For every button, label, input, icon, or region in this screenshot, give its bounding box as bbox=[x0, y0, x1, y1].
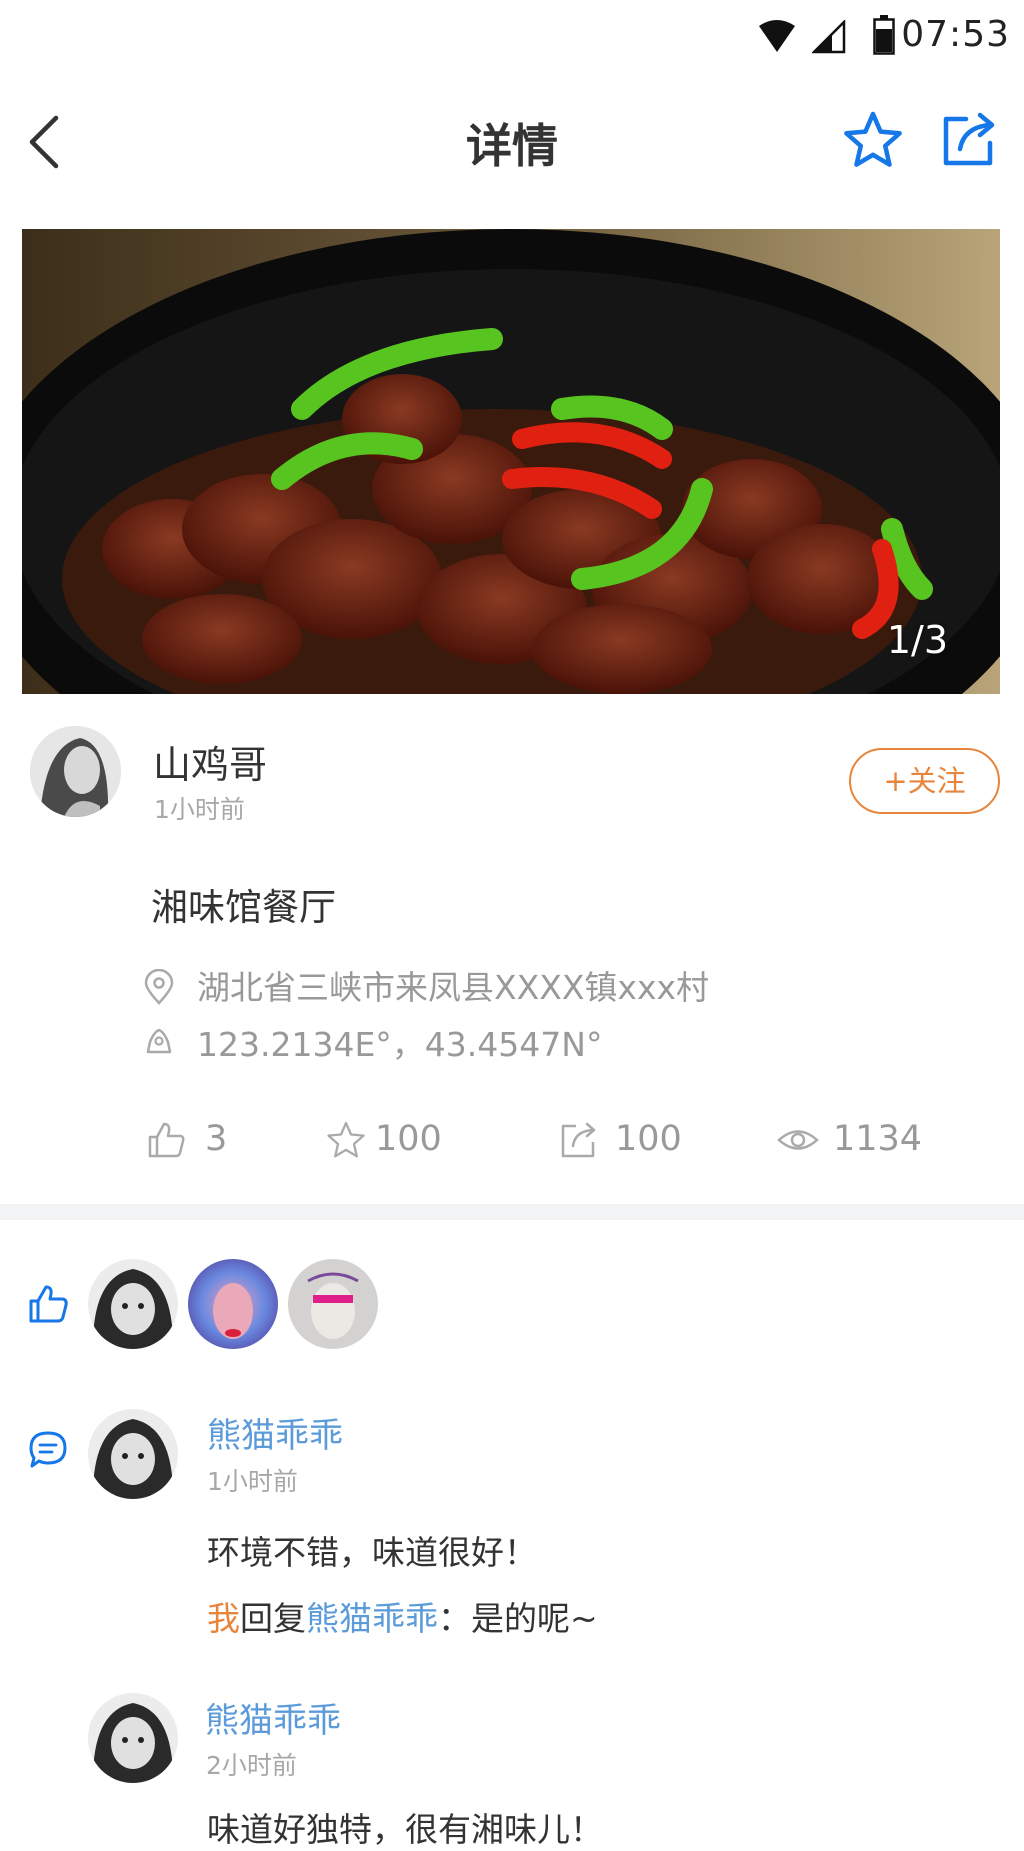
commenter-avatar[interactable] bbox=[88, 1693, 178, 1783]
reply-verb: 回复 bbox=[240, 1599, 306, 1638]
author-avatar[interactable] bbox=[30, 726, 121, 817]
favorite-count: 100 bbox=[375, 1119, 442, 1159]
star-outline-icon bbox=[327, 1121, 365, 1158]
author-post-time: 1小时前 bbox=[154, 795, 245, 824]
favorite-stat[interactable]: 100 bbox=[327, 1115, 487, 1165]
reply-author[interactable]: 我 bbox=[207, 1599, 240, 1638]
coordinates-text: 123.2134E°，43.4547N° bbox=[197, 1025, 603, 1064]
coordinates-row: 123.2134E°，43.4547N° bbox=[144, 1018, 844, 1064]
commenter-name[interactable]: 熊猫乖乖 bbox=[207, 1408, 343, 1457]
favorite-star-icon[interactable] bbox=[843, 110, 903, 170]
reply-target[interactable]: 熊猫乖乖 bbox=[306, 1599, 438, 1638]
comment-text: 环境不错，味道很好！ bbox=[207, 1533, 537, 1572]
section-divider bbox=[0, 1204, 1024, 1220]
comment-time: 2小时前 bbox=[206, 1751, 297, 1780]
liker-avatar[interactable] bbox=[288, 1259, 378, 1349]
nav-bar: 详情 bbox=[0, 78, 1024, 204]
like-stat[interactable]: 3 bbox=[147, 1115, 267, 1165]
share-icon[interactable] bbox=[940, 111, 998, 169]
location-pin-icon bbox=[144, 969, 174, 1005]
wifi-icon bbox=[759, 20, 795, 52]
comment-text: 味道好独特，很有湘味儿！ bbox=[207, 1810, 603, 1849]
thumbs-up-icon bbox=[148, 1122, 185, 1158]
battery-icon bbox=[873, 15, 895, 55]
eye-icon bbox=[777, 1130, 819, 1150]
coordinates-icon bbox=[146, 1028, 172, 1054]
signal-icon bbox=[812, 20, 846, 54]
share-count: 100 bbox=[615, 1119, 682, 1159]
view-stat: 1134 bbox=[777, 1115, 957, 1165]
view-count: 1134 bbox=[833, 1119, 923, 1159]
liker-avatar[interactable] bbox=[88, 1259, 178, 1349]
food-photo-banner[interactable]: 1/3 bbox=[22, 229, 1000, 694]
food-photo bbox=[22, 229, 1000, 694]
address-text: 湖北省三峡市来凤县XXXX镇xxx村 bbox=[197, 968, 710, 1007]
reply-line[interactable]: 我回复熊猫乖乖：是的呢~ bbox=[207, 1592, 598, 1640]
image-page-indicator: 1/3 bbox=[886, 618, 948, 662]
author-name[interactable]: 山鸡哥 bbox=[153, 734, 267, 789]
share-stat[interactable]: 100 bbox=[560, 1115, 720, 1165]
like-count: 3 bbox=[205, 1119, 228, 1159]
address-row: 湖北省三峡市来凤县XXXX镇xxx村 bbox=[144, 961, 844, 1007]
commenter-name[interactable]: 熊猫乖乖 bbox=[205, 1693, 341, 1742]
restaurant-name: 湘味馆餐厅 bbox=[151, 886, 336, 929]
likes-thumbs-up-icon bbox=[29, 1285, 68, 1323]
status-bar: 07:53 bbox=[0, 0, 1024, 78]
comment-icon bbox=[29, 1431, 67, 1468]
follow-button[interactable]: +关注 bbox=[849, 748, 1000, 814]
share-outline-icon bbox=[561, 1122, 596, 1158]
reply-text: ：是的呢~ bbox=[438, 1599, 598, 1638]
comment-time: 1小时前 bbox=[207, 1467, 298, 1496]
commenter-avatar[interactable] bbox=[88, 1409, 178, 1499]
status-time: 07:53 bbox=[901, 14, 1010, 55]
liker-avatar[interactable] bbox=[188, 1259, 278, 1349]
